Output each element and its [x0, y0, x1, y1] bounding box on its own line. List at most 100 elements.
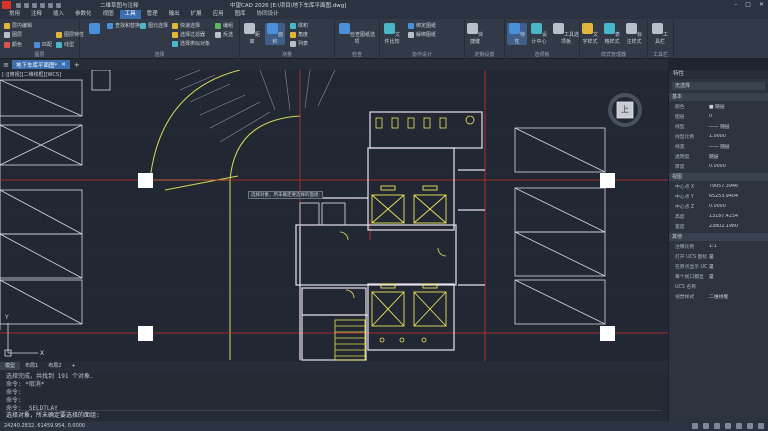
- property-row[interactable]: 颜色 ■ 随层: [669, 101, 768, 111]
- property-row[interactable]: 中心点 Z 0.0000: [669, 201, 768, 211]
- match-button[interactable]: 匹配: [34, 41, 52, 48]
- property-row[interactable]: 图层 0: [669, 111, 768, 121]
- maximize-icon[interactable]: □: [745, 1, 751, 8]
- layout-tab-1[interactable]: 布局1: [20, 362, 43, 370]
- property-value[interactable]: 0: [709, 114, 768, 119]
- layout-tab-2[interactable]: 布局2: [43, 362, 66, 370]
- layout-tab-add[interactable]: +: [66, 362, 80, 370]
- bind-drawing-button[interactable]: 绑定图纸: [408, 22, 436, 29]
- property-value[interactable]: 二维线框: [709, 293, 768, 300]
- menu-tab[interactable]: 图库: [230, 10, 251, 19]
- command-input[interactable]: 选择对象，所未确定要选择的面组:: [6, 410, 662, 419]
- tool-palette-button[interactable]: 工具选项板: [553, 23, 579, 45]
- menu-tab[interactable]: 常用: [4, 10, 25, 19]
- menu-tab[interactable]: 协同设计: [252, 10, 284, 19]
- redo-icon[interactable]: [48, 2, 53, 8]
- property-row[interactable]: 注释比例 1:1: [669, 241, 768, 251]
- menu-tab[interactable]: 参数化: [70, 10, 97, 19]
- menu-tab[interactable]: 视图: [98, 10, 119, 19]
- menu-tab[interactable]: 插入: [48, 10, 69, 19]
- property-value[interactable]: 79057.3946: [709, 184, 768, 189]
- new-tab-icon[interactable]: +: [74, 61, 80, 69]
- property-row[interactable]: 中心点 Y 65253.9404: [669, 191, 768, 201]
- property-row[interactable]: 线型 —— 随层: [669, 121, 768, 131]
- toolbar-button[interactable]: 工具栏: [650, 23, 670, 45]
- angle-button[interactable]: 角度: [290, 31, 308, 38]
- design-center-button[interactable]: 设计中心: [529, 23, 549, 45]
- property-value[interactable]: 0.0000: [709, 164, 768, 169]
- invert-select-button[interactable]: 反选: [215, 31, 233, 38]
- layer-edit-button[interactable]: 层内编辑: [4, 22, 32, 29]
- doc-tab[interactable]: 地下车库平面图* ✕: [12, 60, 70, 69]
- snap-toggle-icon[interactable]: [703, 423, 709, 429]
- property-value[interactable]: —— 随层: [709, 143, 768, 150]
- linetype-button[interactable]: 线型: [56, 41, 74, 48]
- group-button[interactable]: 编组: [215, 22, 233, 29]
- property-section-header[interactable]: 基本: [669, 93, 768, 101]
- close-icon[interactable]: ✕: [759, 1, 764, 8]
- property-row[interactable]: 透明度 随层: [669, 151, 768, 161]
- menu-tab[interactable]: 扩展: [186, 10, 207, 19]
- view-cube-label[interactable]: 上: [621, 104, 629, 115]
- properties-palette-button[interactable]: 特性: [507, 23, 527, 45]
- shortcut-button[interactable]: 快捷键: [465, 23, 485, 45]
- property-section-header[interactable]: 其他: [669, 233, 768, 241]
- property-row[interactable]: 厚度 0.0000: [669, 161, 768, 171]
- property-value[interactable]: 是: [709, 253, 768, 260]
- property-row[interactable]: 视觉样式 二维线框: [669, 291, 768, 301]
- property-value[interactable]: 0.0000: [709, 204, 768, 209]
- drawing-canvas[interactable]: [-][俯视][二维线框][WCS] 上 Y X 选择对象，所未确定要选择的面组…: [0, 70, 668, 361]
- check-drawing-button[interactable]: 检查图纸选项: [337, 23, 377, 45]
- print-icon[interactable]: [56, 2, 61, 8]
- selection-dropdown[interactable]: 无选择: [672, 82, 765, 90]
- close-tab-icon[interactable]: ✕: [61, 62, 66, 68]
- save-icon[interactable]: [32, 2, 37, 8]
- text-style-button[interactable]: 文字样式: [580, 23, 600, 45]
- new-file-icon[interactable]: [16, 2, 21, 8]
- layout-tab-model[interactable]: 模型: [0, 362, 21, 370]
- menu-tab[interactable]: 管理: [142, 10, 163, 19]
- color-button[interactable]: 颜色: [4, 41, 22, 48]
- property-value[interactable]: —— 随层: [709, 123, 768, 130]
- ortho-toggle-icon[interactable]: [714, 423, 720, 429]
- workspace-selector[interactable]: 二维草图与注释: [100, 1, 139, 9]
- lineweight-toggle-icon[interactable]: [747, 423, 753, 429]
- quick-select-button[interactable]: 快速选择: [172, 22, 200, 29]
- select-filter-button[interactable]: 选择过滤器: [172, 31, 205, 38]
- settings-icon[interactable]: [758, 423, 764, 429]
- property-row[interactable]: 打开 UCS 图标是: [669, 251, 768, 261]
- volume-button[interactable]: 体积: [290, 22, 308, 29]
- property-value[interactable]: 随层: [709, 153, 768, 160]
- property-value[interactable]: 是: [709, 263, 768, 270]
- property-value[interactable]: 1.0000: [709, 134, 768, 139]
- dim-style-button[interactable]: 标注样式: [624, 23, 644, 45]
- property-row[interactable]: 在原点显示 UC 是: [669, 261, 768, 271]
- property-row[interactable]: 高度 13187.4234: [669, 211, 768, 221]
- select-similar-button[interactable]: 选择类似对象: [172, 40, 210, 47]
- property-value[interactable]: 1:1: [709, 244, 768, 249]
- grid-toggle-icon[interactable]: [692, 423, 698, 429]
- distance-button[interactable]: 距离: [242, 23, 262, 45]
- hamburger-icon[interactable]: ≡: [0, 61, 12, 69]
- file-compare-button[interactable]: 文件比较: [382, 23, 402, 45]
- undo-icon[interactable]: [40, 2, 45, 8]
- property-value[interactable]: 是: [709, 273, 768, 280]
- entity-select-button[interactable]: 图元选择: [140, 22, 168, 29]
- find-replace-button[interactable]: [84, 23, 104, 38]
- list-button[interactable]: 列表: [290, 40, 308, 47]
- unbind-drawing-button[interactable]: 解绑图纸: [408, 31, 436, 38]
- menu-tab[interactable]: 输出: [164, 10, 185, 19]
- layer-button[interactable]: 图层: [4, 31, 22, 38]
- property-row[interactable]: 线型比例 1.0000: [669, 131, 768, 141]
- property-section-header[interactable]: 视图: [669, 173, 768, 181]
- property-value[interactable]: 23802.1980: [709, 224, 768, 229]
- property-value[interactable]: 65253.9404: [709, 194, 768, 199]
- menu-tab[interactable]: 工具: [119, 10, 141, 19]
- property-row[interactable]: 线宽 —— 随层: [669, 141, 768, 151]
- menu-tab[interactable]: 注释: [26, 10, 47, 19]
- area-button[interactable]: 面积: [265, 23, 285, 45]
- table-style-button[interactable]: 表格样式: [602, 23, 622, 45]
- property-row[interactable]: 宽度 23802.1980: [669, 221, 768, 231]
- property-row[interactable]: UCS 名称: [669, 281, 768, 291]
- osnap-toggle-icon[interactable]: [736, 423, 742, 429]
